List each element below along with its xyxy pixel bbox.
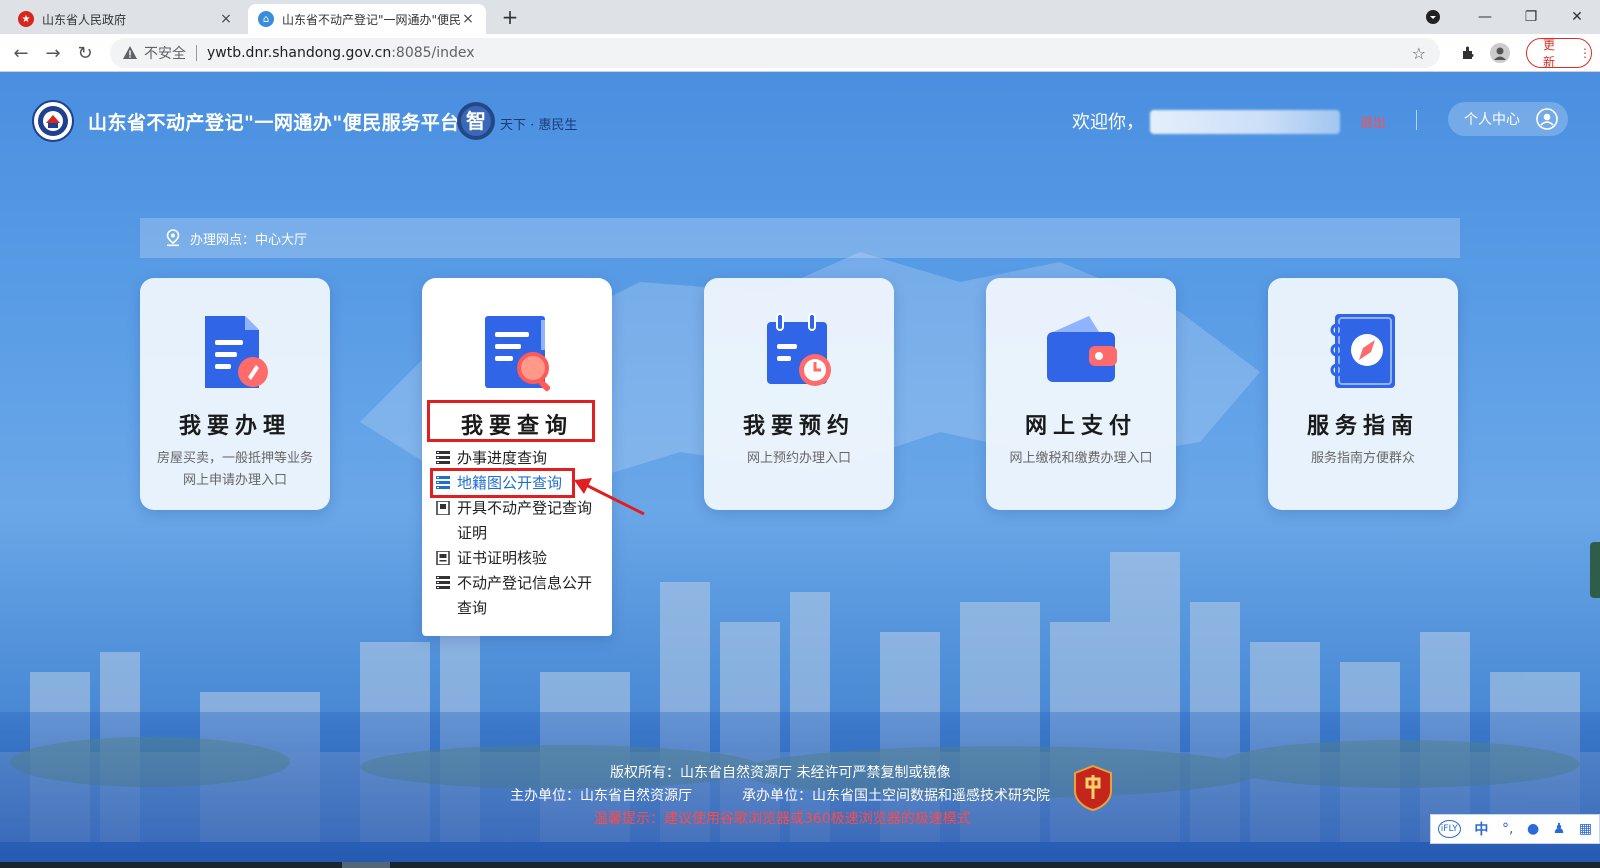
card-description: 网上缴税和缴费办理入口 [1009,451,1153,466]
footer-browser-tip: 温馨提示：建议使用谷歌浏览器或360极速浏览器的极速模式 [594,811,971,827]
card-description: 网上预约办理入口 [746,451,851,466]
card-query[interactable]: 我要查询 办事进度查询 地籍图公开查询 开具不动产登记查询证明 证书证明核验 不… [422,278,612,636]
minimize-button[interactable]: — [1462,0,1508,34]
logout-link[interactable]: 退出 [1360,112,1386,131]
taskbar-app[interactable] [342,862,390,868]
ime-language-toggle[interactable]: 中 [1474,819,1488,839]
profile-dropdown-icon[interactable] [1410,0,1456,34]
title-highlight-box [427,400,595,442]
document-icon [436,501,450,515]
tab-shandong-government[interactable]: ★ 山东省人民政府 × [8,4,244,34]
redacted-username [1150,110,1340,134]
house-icon: ⌂ [258,11,274,27]
card-service-guide[interactable]: 服务指南 服务指南方便群众 [1268,278,1458,510]
government-emblem-icon: ★ [18,11,34,27]
warning-icon [123,46,137,59]
punctuation-icon[interactable]: °, [1502,821,1513,837]
apps-grid-icon[interactable]: ▦ [1579,821,1592,837]
site-title: 山东省不动产登记"一网通办"便民服务平台 [88,112,460,134]
side-panel-handle[interactable] [1590,542,1600,598]
personal-center-label: 个人中心 [1464,112,1520,128]
slogan-logo: 智 天下 · 惠民生 [456,96,606,146]
extensions-icon[interactable] [1458,43,1478,63]
more-menu-icon: ⋮ [1579,46,1591,60]
location-pin-icon [166,229,180,247]
personal-center-button[interactable]: 个人中心 [1448,102,1568,136]
service-location-label: 办理网点：中心大厅 [190,232,308,248]
omnibox-divider [196,45,197,61]
header-divider [1416,110,1417,130]
microphone-icon[interactable]: ● [1527,821,1539,837]
new-tab-button[interactable]: + [498,6,522,30]
tab-close-icon[interactable]: × [460,11,476,27]
update-label: 更新 [1543,38,1556,69]
user-account-icon[interactable]: ♟ [1553,821,1566,837]
card-description: 服务指南方便群众 [1310,451,1415,466]
footer-copyright: 版权所有：山东省自然资源厅 未经许可严禁复制或镜像 [610,765,951,781]
tab-registration-platform[interactable]: ⌂ 山东省不动产登记"一网通办"便民 × [248,4,486,34]
os-taskbar [0,862,1600,868]
update-button[interactable]: 更新 ⋮ [1526,38,1592,69]
tab-title: 山东省不动产登记"一网通办"便民 [282,12,460,27]
calendar-clock-icon [767,313,831,386]
browser-tab-bar: ★ 山东省人民政府 × ⌂ 山东省不动产登记"一网通办"便民 × + — ❐ ✕ [0,0,1600,34]
page-body: 山东省不动产登记"一网通办"便民服务平台 智 天下 · 惠民生 欢迎你， 退出 … [0,72,1600,868]
card-title: 我要办理 [178,414,291,439]
card-title: 我要预约 [742,414,855,439]
list-icon [436,576,450,589]
wallet-icon [1047,316,1117,382]
card-title: 服务指南 [1306,414,1419,439]
certificate-icon [436,551,450,565]
tab-close-icon[interactable]: × [218,11,234,27]
compass-book-icon [1330,314,1395,388]
list-icon [436,451,450,464]
reload-button[interactable]: ↻ [72,40,98,66]
submenu-item-certificate-verification[interactable]: 证书证明核验 [436,546,606,571]
site-logo[interactable] [32,100,74,142]
submenu-label: 证书证明核验 [457,549,548,567]
url-host: ywtb.dnr.shandong.gov.cn [207,45,392,61]
government-site-badge[interactable] [1073,765,1113,811]
card-description: 房屋买卖，一般抵押等业务网上申请办理入口 [156,451,313,488]
submenu-label: 不动产登记信息公开查询 [457,574,593,617]
address-bar[interactable]: 不安全 ywtb.dnr.shandong.gov.cn:8085/index … [110,38,1440,68]
annotation-arrow [574,478,645,516]
user-icon [1536,108,1558,130]
bookmark-star-icon[interactable]: ☆ [1412,44,1426,63]
card-title: 网上支付 [1024,414,1137,439]
ifly-logo-icon[interactable]: iFLY [1437,820,1461,838]
service-location-bar[interactable]: 办理网点：中心大厅 [140,218,1460,258]
welcome-text: 欢迎你， [1072,112,1144,133]
input-method-toolbar[interactable]: iFLY 中 °, ● ♟ ▦ [1430,814,1600,844]
submenu-item-info-disclosure-query[interactable]: 不动产登记信息公开查询 [436,571,606,621]
card-appointment[interactable]: 我要预约 网上预约办理入口 [704,278,894,510]
selection-highlight-box [430,468,575,498]
card-apply[interactable]: 我要办理 房屋买卖，一般抵押等业务网上申请办理入口 [140,278,330,510]
browser-toolbar: ← → ↻ 不安全 ywtb.dnr.shandong.gov.cn:8085/… [0,34,1600,72]
footer-undertake-org: 承办单位：山东省国土空间数据和遥感技术研究院 [742,788,1050,804]
slogan-char: 智 [466,109,486,133]
tab-title: 山东省人民政府 [42,12,127,27]
profile-avatar-icon[interactable] [1490,43,1510,63]
restore-button[interactable]: ❐ [1508,0,1554,34]
back-button[interactable]: ← [8,40,34,66]
document-search-icon [485,316,551,392]
security-status[interactable]: 不安全 [144,43,186,63]
card-online-payment[interactable]: 网上支付 网上缴税和缴费办理入口 [986,278,1176,510]
document-edit-icon [205,316,268,388]
url-path: :8085/index [391,45,475,61]
footer-host-org: 主办单位：山东省自然资源厅 [510,788,692,804]
forward-button[interactable]: → [40,40,66,66]
close-window-button[interactable]: ✕ [1554,0,1600,34]
slogan-text: 天下 · 惠民生 [500,118,577,133]
